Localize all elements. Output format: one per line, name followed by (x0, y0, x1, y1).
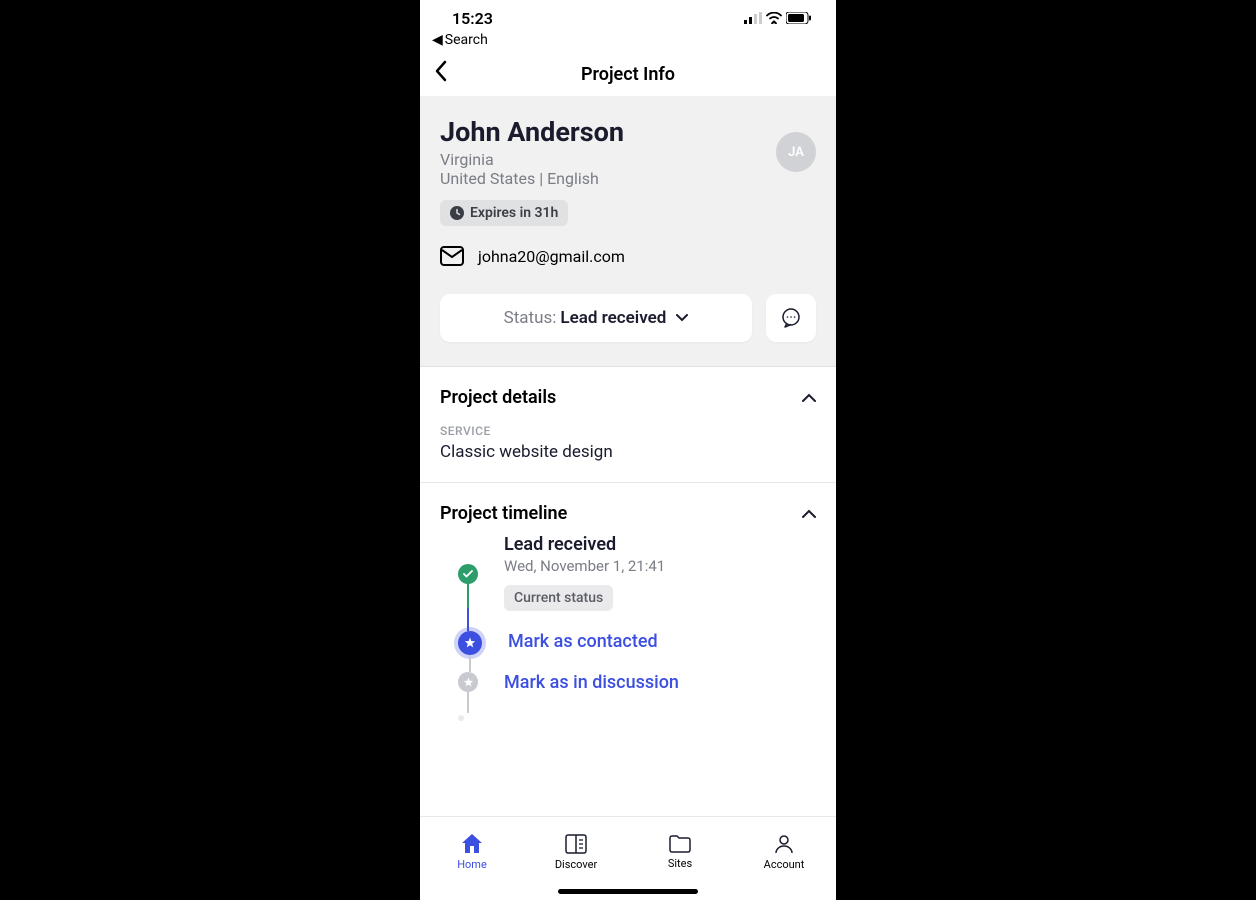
chevron-down-icon (676, 314, 688, 322)
status-bar: 15:23 (420, 0, 836, 28)
account-icon (774, 834, 794, 854)
nav-label: Sites (668, 857, 692, 870)
home-icon (461, 834, 483, 854)
project-timeline-header[interactable]: Project timeline (440, 503, 816, 524)
project-details-section: Project details Service Classic website … (420, 367, 836, 483)
check-node-icon (458, 564, 478, 584)
timeline-item[interactable]: Mark as contacted (458, 631, 816, 672)
email-value: johna20@gmail.com (478, 247, 625, 266)
wifi-icon (766, 12, 782, 24)
project-details-header[interactable]: Project details (440, 387, 816, 408)
cellular-icon (744, 12, 762, 24)
content-scroll[interactable]: John Anderson Virginia United States | E… (420, 96, 836, 818)
nav-sites[interactable]: Sites (628, 817, 732, 900)
email-row[interactable]: johna20@gmail.com (440, 246, 816, 266)
discover-icon (565, 834, 587, 854)
timeline-action-link: Mark as in discussion (504, 672, 816, 693)
folder-icon (669, 835, 691, 853)
nav-account[interactable]: Account (732, 817, 836, 900)
nav-label: Discover (555, 858, 597, 871)
client-name: John Anderson (440, 116, 624, 148)
timeline-item: Lead received Wed, November 1, 21:41 Cur… (458, 534, 816, 631)
chevron-left-icon (434, 60, 448, 82)
status-time: 15:23 (452, 9, 493, 28)
status-prefix: Status: (504, 308, 557, 328)
battery-icon (786, 12, 812, 24)
chat-button[interactable] (766, 294, 816, 342)
star-node-icon (458, 715, 464, 721)
nav-label: Home (457, 858, 487, 871)
current-status-badge: Current status (504, 585, 613, 611)
status-icons (744, 12, 812, 24)
back-to-search[interactable]: ◀ Search (420, 28, 836, 52)
status-value: Lead received (560, 308, 666, 328)
nav-label: Account (764, 858, 805, 871)
profile-header: John Anderson Virginia United States | E… (440, 116, 816, 226)
timeline-action-link: Mark as contacted (508, 631, 816, 652)
chevron-up-icon (802, 393, 816, 403)
status-row: Status: Lead received (440, 294, 816, 342)
expires-label: Expires in 31h (470, 205, 558, 221)
nav-back-button[interactable] (434, 60, 448, 88)
timeline-item[interactable] (458, 713, 816, 721)
client-location: Virginia (440, 150, 624, 169)
timeline-item[interactable]: Mark as in discussion (458, 672, 816, 713)
timeline-title: Lead received (504, 534, 816, 555)
status-dropdown[interactable]: Status: Lead received (440, 294, 752, 342)
clock-icon (450, 206, 464, 220)
profile-section: John Anderson Virginia United States | E… (420, 96, 836, 367)
timeline-list: Lead received Wed, November 1, 21:41 Cur… (440, 524, 816, 721)
project-details-title: Project details (440, 387, 556, 408)
phone-frame: 15:23 ◀ Search Project Info John Anderso… (420, 0, 836, 900)
service-label: Service (440, 424, 816, 438)
avatar-initials: JA (788, 145, 804, 160)
client-country-lang: United States | English (440, 169, 624, 188)
nav-discover[interactable]: Discover (524, 817, 628, 900)
nav-header: Project Info (420, 52, 836, 96)
back-search-label: Search (445, 32, 488, 48)
project-timeline-title: Project timeline (440, 503, 567, 524)
avatar[interactable]: JA (776, 132, 816, 172)
timeline-subtitle: Wed, November 1, 21:41 (504, 557, 816, 575)
service-value: Classic website design (440, 442, 816, 462)
star-node-icon (458, 672, 478, 692)
star-node-icon (458, 631, 482, 655)
home-indicator[interactable] (558, 889, 698, 894)
page-title: Project Info (432, 64, 824, 85)
back-triangle-icon: ◀ (432, 32, 443, 48)
mail-icon (440, 246, 464, 266)
bottom-nav: Home Discover Sites Account (420, 816, 836, 900)
project-timeline-section: Project timeline Lead received Wed, Nove… (420, 483, 836, 721)
expires-badge: Expires in 31h (440, 200, 568, 226)
chevron-up-icon (802, 509, 816, 519)
chat-icon (780, 307, 802, 329)
nav-home[interactable]: Home (420, 817, 524, 900)
